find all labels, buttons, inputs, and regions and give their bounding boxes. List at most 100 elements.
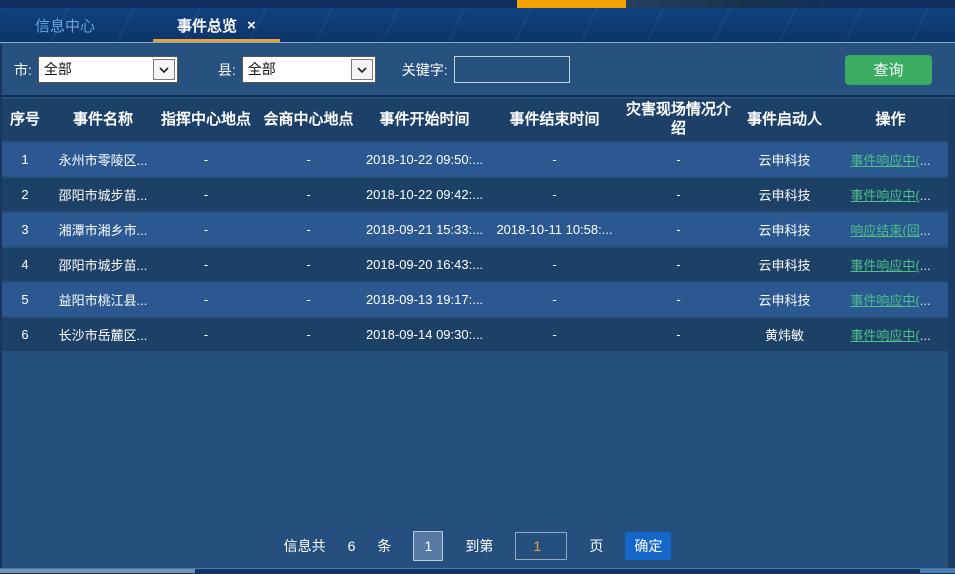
- cell-name: 邵阳市城步苗...: [50, 185, 156, 204]
- cell-operation: 事件响应中(...: [833, 290, 948, 309]
- city-select[interactable]: 全部: [38, 56, 178, 83]
- table-row[interactable]: 4 邵阳市城步苗... - - 2018-09-20 16:43:... - -…: [0, 248, 948, 281]
- cell-command: -: [156, 222, 256, 237]
- tab-label: 信息中心: [35, 15, 95, 36]
- cell-end-time: 2018-10-11 10:58:...: [488, 222, 621, 237]
- county-label: 县:: [218, 60, 236, 80]
- cell-desc: -: [621, 152, 736, 167]
- cell-command: -: [156, 257, 256, 272]
- cell-desc: -: [621, 187, 736, 202]
- table-body: 1 永州市零陵区... - - 2018-10-22 09:50:... - -…: [0, 143, 948, 353]
- cell-starter: 云申科技: [736, 150, 833, 169]
- total-prefix-label: 信息共: [284, 536, 326, 556]
- operation-ellipsis: ...: [920, 188, 931, 203]
- cell-desc: -: [621, 292, 736, 307]
- cell-consult: -: [256, 152, 361, 167]
- filter-bar: 市: 全部 县: 全部 关键字: 查询: [0, 44, 955, 97]
- cell-command: -: [156, 327, 256, 342]
- column-header-name: 事件名称: [50, 111, 156, 130]
- table-row[interactable]: 5 益阳市桃江县... - - 2018-09-13 19:17:... - -…: [0, 283, 948, 316]
- goto-label: 到第: [465, 536, 493, 556]
- cell-command: -: [156, 187, 256, 202]
- chevron-down-icon: [351, 59, 373, 80]
- tab-bar: 信息中心 事件总览 ×: [0, 8, 955, 43]
- scrollbar-thumb[interactable]: [0, 569, 195, 573]
- cell-name: 长沙市岳麓区...: [50, 325, 156, 344]
- cell-operation: 事件响应中(...: [833, 185, 948, 204]
- vertical-scrollbar[interactable]: [948, 99, 955, 568]
- cell-start-time: 2018-09-21 15:33:...: [361, 222, 488, 237]
- cell-no: 4: [0, 257, 50, 272]
- column-header-starter: 事件启动人: [736, 111, 833, 130]
- cell-desc: -: [621, 222, 736, 237]
- event-overview-window: 信息中心 事件总览 × 市: 全部 县: 全部 关键字: 查询 序号 事件: [0, 0, 955, 574]
- cell-start-time: 2018-10-22 09:50:...: [361, 152, 488, 167]
- table-row[interactable]: 1 永州市零陵区... - - 2018-10-22 09:50:... - -…: [0, 143, 948, 176]
- chevron-down-icon: [153, 59, 175, 80]
- page-button[interactable]: 1: [413, 531, 443, 561]
- cell-start-time: 2018-09-20 16:43:...: [361, 257, 488, 272]
- keyword-label: 关键字:: [402, 60, 448, 80]
- city-select-value: 全部: [39, 57, 151, 82]
- horizontal-scrollbar[interactable]: [0, 568, 955, 574]
- table-row[interactable]: 3 湘潭市湘乡市... - - 2018-09-21 15:33:... 201…: [0, 213, 948, 246]
- cell-starter: 云申科技: [736, 185, 833, 204]
- table-header: 序号 事件名称 指挥中心地点 会商中心地点 事件开始时间 事件结束时间 灾害现场…: [0, 99, 948, 141]
- operation-ellipsis: ...: [920, 328, 931, 343]
- top-header-strip: [0, 0, 955, 8]
- operation-ellipsis: ...: [920, 293, 931, 308]
- operation-link[interactable]: 事件响应中(: [850, 258, 919, 273]
- column-header-scene-desc: 灾害现场情况介绍: [621, 101, 736, 139]
- search-button[interactable]: 查询: [845, 55, 932, 85]
- cell-consult: -: [256, 222, 361, 237]
- table-row[interactable]: 6 长沙市岳麓区... - - 2018-09-14 09:30:... - -…: [0, 318, 948, 351]
- county-select[interactable]: 全部: [242, 56, 376, 83]
- operation-link[interactable]: 事件响应中(: [850, 293, 919, 308]
- cell-name: 湘潭市湘乡市...: [50, 220, 156, 239]
- cell-operation: 事件响应中(...: [833, 255, 948, 274]
- cell-name: 永州市零陵区...: [50, 150, 156, 169]
- cell-command: -: [156, 152, 256, 167]
- column-header-operation: 操作: [833, 111, 948, 130]
- column-header-end-time: 事件结束时间: [488, 111, 621, 130]
- cell-end-time: -: [488, 327, 621, 342]
- cell-name: 益阳市桃江县...: [50, 290, 156, 309]
- operation-link[interactable]: 事件响应中(: [850, 328, 919, 343]
- operation-link[interactable]: 事件响应中(: [850, 153, 919, 168]
- cell-no: 1: [0, 152, 50, 167]
- cell-start-time: 2018-09-13 19:17:...: [361, 292, 488, 307]
- total-suffix-label: 条: [377, 536, 391, 556]
- cell-consult: -: [256, 292, 361, 307]
- cell-desc: -: [621, 327, 736, 342]
- cell-no: 5: [0, 292, 50, 307]
- tab-info-center[interactable]: 信息中心: [11, 8, 119, 42]
- cell-no: 3: [0, 222, 50, 237]
- cell-operation: 事件响应中(...: [833, 150, 948, 169]
- cell-start-time: 2018-09-14 09:30:...: [361, 327, 488, 342]
- cell-no: 2: [0, 187, 50, 202]
- cell-operation: 响应结束(回...: [833, 220, 948, 239]
- operation-ellipsis: ...: [920, 153, 931, 168]
- cell-end-time: -: [488, 152, 621, 167]
- operation-link[interactable]: 事件响应中(: [850, 188, 919, 203]
- cell-end-time: -: [488, 257, 621, 272]
- column-header-command-center: 指挥中心地点: [156, 111, 256, 130]
- confirm-button[interactable]: 确定: [625, 532, 671, 560]
- operation-link[interactable]: 响应结束(回: [850, 223, 919, 238]
- goto-page-input[interactable]: [515, 532, 567, 560]
- cell-starter: 云申科技: [736, 290, 833, 309]
- tab-label: 事件总览: [177, 15, 237, 36]
- operation-ellipsis: ...: [920, 223, 931, 238]
- close-icon[interactable]: ×: [247, 18, 256, 33]
- table-row[interactable]: 2 邵阳市城步苗... - - 2018-10-22 09:42:... - -…: [0, 178, 948, 211]
- cell-consult: -: [256, 257, 361, 272]
- cell-end-time: -: [488, 292, 621, 307]
- left-edge: [0, 44, 2, 568]
- keyword-input[interactable]: [454, 56, 570, 83]
- scrollbar-corner: [920, 569, 955, 573]
- cell-consult: -: [256, 187, 361, 202]
- tab-event-overview[interactable]: 事件总览 ×: [153, 8, 280, 42]
- cell-starter: 云申科技: [736, 255, 833, 274]
- cell-starter: 黄炜敏: [736, 325, 833, 344]
- city-label: 市:: [14, 60, 32, 80]
